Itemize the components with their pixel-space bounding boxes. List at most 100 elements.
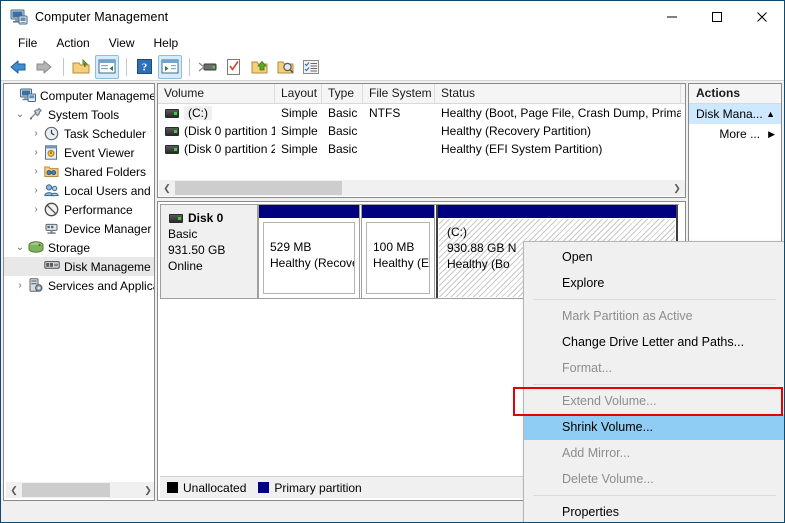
legend-item-primary-partition: Primary partition: [258, 481, 362, 495]
sidebar-item-system-tools[interactable]: ⌄ System Tools: [4, 105, 154, 124]
chevron-up-icon[interactable]: ▲: [766, 109, 775, 119]
context-menu-item-format: Format...: [562, 361, 613, 375]
column-header-file-system[interactable]: File System: [363, 84, 435, 103]
search-icon[interactable]: [273, 55, 297, 79]
disk-info-panel[interactable]: Disk 0 Basic 931.50 GB Online: [160, 204, 258, 299]
chevron-right-icon[interactable]: ›: [28, 147, 44, 158]
toolbar-separator: [63, 57, 64, 76]
export-list-icon[interactable]: [247, 55, 271, 79]
toolbar: ?: [1, 53, 784, 81]
properties-icon[interactable]: [221, 55, 245, 79]
sidebar-item-storage[interactable]: ⌄ Storage: [4, 238, 154, 257]
console-tree-pane: Computer Management ⌄ System Tools › Tas…: [3, 83, 155, 501]
sidebar-item-disk-management[interactable]: Disk Manageme: [4, 257, 154, 276]
scroll-left-icon[interactable]: ❮: [159, 180, 175, 196]
volume-layout: Simple: [281, 106, 318, 120]
context-menu-item-change-drive-letter-and-paths[interactable]: Change Drive Letter and Paths...: [524, 329, 784, 355]
chevron-right-icon[interactable]: ▶: [768, 129, 775, 140]
volume-name: (C:): [184, 106, 212, 120]
partition-status: Healthy (Recover: [270, 256, 355, 270]
volume-icon: [165, 144, 179, 154]
volume-icon: [165, 126, 179, 136]
list-view-icon[interactable]: [299, 55, 323, 79]
table-row[interactable]: (Disk 0 partition 1) Simple Basic Health…: [158, 122, 685, 140]
sidebar-item-device-manager[interactable]: Device Manager: [4, 219, 154, 238]
context-menu-item-properties[interactable]: Properties: [524, 499, 784, 522]
scroll-right-icon[interactable]: ❯: [140, 482, 154, 498]
column-header-layout[interactable]: Layout: [275, 84, 322, 103]
scroll-left-icon[interactable]: ❮: [6, 482, 22, 498]
sidebar-item-task-scheduler-label: Task Scheduler: [64, 126, 147, 141]
actions-item-more[interactable]: More ... ▶: [689, 124, 781, 144]
help-icon[interactable]: ?: [132, 55, 156, 79]
volume-list-horizontal-scrollbar[interactable]: ❮ ❯: [159, 180, 685, 196]
sidebar-item-shared-folders[interactable]: › Shared Folders: [4, 162, 154, 181]
sidebar-item-event-viewer[interactable]: › Event Viewer: [4, 143, 154, 162]
volume-type: Basic: [328, 124, 358, 138]
column-header-volume[interactable]: Volume: [158, 84, 275, 103]
chevron-right-icon[interactable]: ›: [28, 128, 44, 139]
close-button[interactable]: [739, 1, 784, 32]
sidebar-item-performance[interactable]: › Performance: [4, 200, 154, 219]
volume-scroll-thumb[interactable]: [175, 181, 342, 195]
table-row[interactable]: (C:) Simple Basic NTFS Healthy (Boot, Pa…: [158, 104, 685, 122]
volume-name: (Disk 0 partition 1): [184, 124, 275, 138]
chevron-right-icon[interactable]: ›: [28, 204, 44, 215]
sidebar-item-services-and-applications[interactable]: › Services and Applica: [4, 276, 154, 295]
partition-color-bar: [259, 205, 359, 218]
device-manager-icon: [44, 221, 61, 237]
users-icon: [44, 183, 61, 199]
sidebar-item-storage-label: Storage: [48, 240, 91, 255]
tree-scroll-track[interactable]: [22, 482, 140, 498]
context-menu-item-shrink-volume[interactable]: Shrink Volume...: [524, 414, 784, 440]
sidebar-item-device-manager-label: Device Manager: [64, 221, 152, 236]
sidebar-item-task-scheduler[interactable]: › Task Scheduler: [4, 124, 154, 143]
sidebar-item-local-users-and-groups[interactable]: › Local Users and: [4, 181, 154, 200]
menu-help[interactable]: Help: [145, 34, 188, 52]
maximize-button[interactable]: [694, 1, 739, 32]
disk-icon: [169, 213, 183, 223]
minimize-button[interactable]: [649, 1, 694, 32]
forward-icon[interactable]: [32, 55, 56, 79]
back-icon[interactable]: [6, 55, 30, 79]
column-header-type[interactable]: Type: [322, 84, 363, 103]
tree-root-computer-management[interactable]: Computer Management: [4, 86, 154, 105]
chevron-right-icon[interactable]: ›: [28, 185, 44, 196]
chevron-down-icon[interactable]: ⌄: [12, 109, 28, 120]
volume-scroll-track[interactable]: [175, 180, 669, 196]
scroll-right-icon[interactable]: ❯: [669, 180, 685, 196]
performance-icon: [44, 202, 61, 218]
actions-item-disk-management[interactable]: Disk Mana... ▲: [689, 104, 781, 124]
rescan-disks-icon[interactable]: [195, 55, 219, 79]
computer-icon: [20, 88, 37, 104]
context-menu-item-explore[interactable]: Explore: [524, 270, 784, 296]
partition-size: 100 MB: [373, 240, 415, 254]
partition-label: (C:): [447, 225, 467, 239]
sidebar-item-shared-folders-label: Shared Folders: [64, 164, 147, 179]
menu-view[interactable]: View: [100, 34, 144, 52]
title-bar: Computer Management: [1, 1, 784, 32]
chevron-down-icon[interactable]: ⌄: [12, 242, 28, 253]
computer-management-window: Computer Management File Action View Hel…: [0, 0, 785, 523]
actions-pane-title: Actions: [689, 84, 781, 104]
partition-block-recovery[interactable]: 529 MB Healthy (Recover: [258, 205, 360, 298]
context-menu: Open Explore Mark Partition as Active Ch…: [523, 241, 784, 522]
partition-block-efi[interactable]: 100 MB Healthy (EF: [361, 205, 435, 298]
context-menu-separator: [533, 495, 776, 496]
context-menu-item-open[interactable]: Open: [524, 244, 784, 270]
show-hide-console-tree-icon[interactable]: [69, 55, 93, 79]
show-hide-action-pane-icon[interactable]: [95, 54, 119, 79]
chevron-right-icon[interactable]: ›: [12, 280, 28, 291]
sidebar-item-local-users-and-groups-label: Local Users and: [64, 183, 151, 198]
menu-file[interactable]: File: [9, 34, 46, 52]
show-action-pane-icon[interactable]: [158, 54, 182, 79]
chevron-right-icon[interactable]: ›: [28, 166, 44, 177]
sidebar-item-event-viewer-label: Event Viewer: [64, 145, 135, 160]
column-header-status[interactable]: Status: [435, 84, 681, 103]
tree-scroll-thumb[interactable]: [22, 483, 110, 497]
menu-action[interactable]: Action: [47, 34, 98, 52]
tree-horizontal-scrollbar[interactable]: ❮ ❯: [6, 482, 154, 498]
table-row[interactable]: (Disk 0 partition 2) Simple Basic Health…: [158, 140, 685, 158]
partition-size: 529 MB: [270, 240, 312, 254]
computer-management-icon: [10, 8, 28, 26]
